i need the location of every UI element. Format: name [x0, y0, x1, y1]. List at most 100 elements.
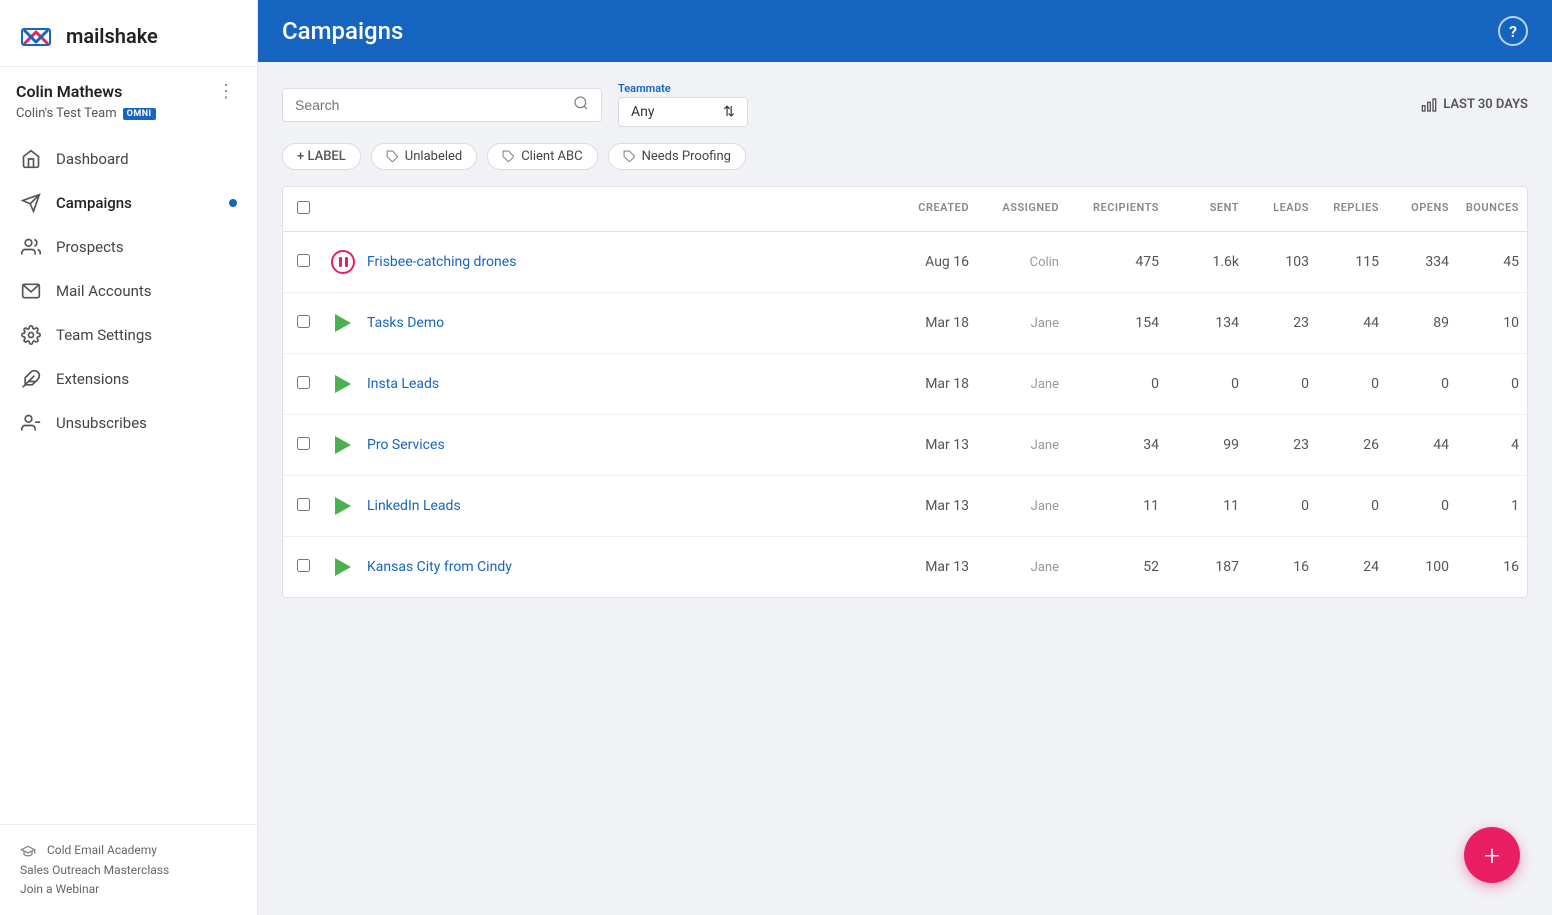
campaign-name-cell: Pro Services — [323, 415, 887, 475]
campaign-name-link[interactable]: Tasks Demo — [367, 315, 444, 331]
td-created: Mar 18 — [887, 297, 977, 349]
logo-icon — [16, 16, 56, 56]
table-row: Insta LeadsMar 18Jane000000 — [283, 354, 1527, 415]
sidebar-item-campaigns[interactable]: Campaigns — [0, 181, 257, 225]
add-campaign-fab[interactable]: + — [1464, 827, 1520, 883]
play-icon[interactable] — [331, 372, 355, 396]
graduation-icon — [20, 843, 36, 859]
footer-link-webinar[interactable]: Join a Webinar — [20, 882, 99, 896]
label-client-abc[interactable]: Client ABC — [487, 143, 597, 170]
campaign-name-cell: Insta Leads — [323, 354, 887, 414]
team-name: Colin's Test Team — [16, 106, 117, 121]
td-bounces: 10 — [1457, 297, 1527, 349]
td-leads: 16 — [1247, 541, 1317, 593]
mail-icon — [20, 280, 42, 302]
label-needs-proofing[interactable]: Needs Proofing — [608, 143, 746, 170]
td-recipients: 11 — [1067, 480, 1167, 532]
row-checkbox[interactable] — [297, 437, 310, 450]
td-replies: 26 — [1317, 419, 1387, 471]
help-button[interactable]: ? — [1498, 16, 1528, 46]
td-bounces: 16 — [1457, 541, 1527, 593]
needs-proofing-text: Needs Proofing — [642, 149, 731, 164]
td-replies: 0 — [1317, 480, 1387, 532]
td-recipients: 52 — [1067, 541, 1167, 593]
footer-link-academy[interactable]: Cold Email Academy — [47, 843, 157, 857]
row-checkbox[interactable] — [297, 559, 310, 572]
date-filter-button[interactable]: LAST 30 DAYS — [1421, 97, 1528, 113]
settings-icon — [20, 324, 42, 346]
sidebar-label-dashboard: Dashboard — [56, 150, 129, 168]
td-created: Mar 18 — [887, 358, 977, 410]
campaign-name-link[interactable]: Pro Services — [367, 437, 445, 453]
td-leads: 0 — [1247, 480, 1317, 532]
td-bounces: 1 — [1457, 480, 1527, 532]
campaign-name-link[interactable]: LinkedIn Leads — [367, 498, 461, 514]
td-opens: 0 — [1387, 358, 1457, 410]
labels-bar: + LABEL Unlabeled Client ABC Needs Proof… — [282, 143, 1528, 170]
td-replies: 24 — [1317, 541, 1387, 593]
sidebar-item-mail-accounts[interactable]: Mail Accounts — [0, 269, 257, 313]
sidebar-label-unsubscribes: Unsubscribes — [56, 414, 147, 432]
row-checkbox[interactable] — [297, 315, 310, 328]
campaign-name-link[interactable]: Kansas City from Cindy — [367, 559, 512, 575]
th-leads: LEADS — [1247, 187, 1317, 231]
logo-text: mailshake — [66, 24, 158, 48]
table-row: Kansas City from CindyMar 13Jane52187162… — [283, 537, 1527, 597]
play-icon[interactable] — [331, 555, 355, 579]
nav-menu: Dashboard Campaigns Prospects Mail Accou… — [0, 129, 257, 824]
label-icon — [623, 150, 636, 163]
td-opens: 334 — [1387, 236, 1457, 288]
td-replies: 44 — [1317, 297, 1387, 349]
footer-link-masterclass[interactable]: Sales Outreach Masterclass — [20, 863, 169, 877]
user-section: Colin Mathews ⋮ Colin's Test Team OMNI — [0, 67, 257, 129]
td-replies: 0 — [1317, 358, 1387, 410]
td-opens: 89 — [1387, 297, 1457, 349]
campaign-name-link[interactable]: Insta Leads — [367, 376, 439, 392]
sidebar-label-extensions: Extensions — [56, 370, 129, 388]
td-leads: 23 — [1247, 297, 1317, 349]
logo-area: mailshake — [16, 16, 158, 56]
play-icon[interactable] — [331, 311, 355, 335]
row-checkbox[interactable] — [297, 254, 310, 267]
teammate-select[interactable]: Any ⇅ — [618, 97, 748, 127]
play-icon[interactable] — [331, 433, 355, 457]
teammate-filter: Teammate Any ⇅ — [618, 82, 748, 127]
label-unlabeled[interactable]: Unlabeled — [371, 143, 477, 170]
play-icon[interactable] — [331, 494, 355, 518]
td-sent: 1.6k — [1167, 236, 1247, 288]
bar-chart-icon — [1421, 97, 1437, 113]
td-recipients: 475 — [1067, 236, 1167, 288]
row-checkbox[interactable] — [297, 498, 310, 511]
pause-icon[interactable] — [331, 250, 355, 274]
table-row: Pro ServicesMar 13Jane34992326444 — [283, 415, 1527, 476]
unlabeled-text: Unlabeled — [405, 149, 462, 164]
row-checkbox[interactable] — [297, 376, 310, 389]
table-row: LinkedIn LeadsMar 13Jane11110001 — [283, 476, 1527, 537]
sidebar-item-unsubscribes[interactable]: Unsubscribes — [0, 401, 257, 445]
label-icon — [502, 150, 515, 163]
td-created: Mar 13 — [887, 541, 977, 593]
more-dots-button[interactable]: ⋮ — [211, 79, 241, 104]
td-bounces: 0 — [1457, 358, 1527, 410]
sidebar-item-prospects[interactable]: Prospects — [0, 225, 257, 269]
sidebar-item-extensions[interactable]: Extensions — [0, 357, 257, 401]
client-abc-text: Client ABC — [521, 149, 582, 164]
row-checkbox-cell — [283, 541, 323, 594]
add-label-button[interactable]: + LABEL — [282, 143, 361, 170]
search-container — [282, 88, 602, 122]
th-replies: REPLIES — [1317, 187, 1387, 231]
th-checkbox — [283, 187, 323, 231]
sidebar-item-team-settings[interactable]: Team Settings — [0, 313, 257, 357]
sidebar: mailshake Colin Mathews ⋮ Colin's Test T… — [0, 0, 258, 915]
search-input[interactable] — [295, 97, 565, 113]
sidebar-item-dashboard[interactable]: Dashboard — [0, 137, 257, 181]
select-all-checkbox[interactable] — [297, 201, 310, 214]
row-checkbox-cell — [283, 480, 323, 533]
page-title: Campaigns — [282, 17, 403, 45]
campaign-name-link[interactable]: Frisbee-catching drones — [367, 254, 516, 270]
td-sent: 11 — [1167, 480, 1247, 532]
td-assigned: Jane — [977, 420, 1067, 471]
td-bounces: 4 — [1457, 419, 1527, 471]
table-header: CREATED ASSIGNED RECIPIENTS SENT LEADS R… — [283, 187, 1527, 232]
td-assigned: Colin — [977, 237, 1067, 288]
